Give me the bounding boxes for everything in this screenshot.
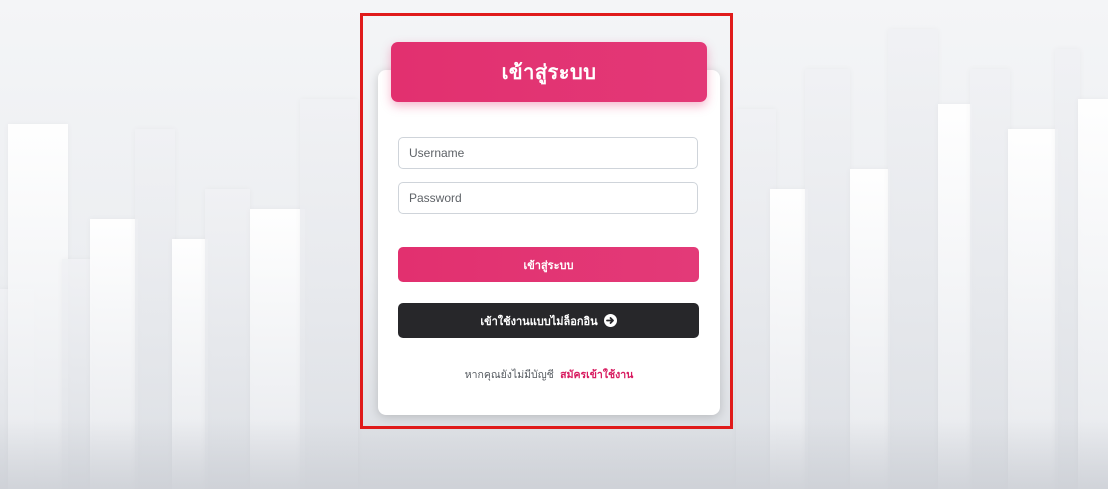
guest-access-button-label: เข้าใช้งานแบบไม่ล็อกอิน [480, 314, 598, 328]
register-prompt-text: หากคุณยังไม่มีบัญชี [464, 369, 554, 381]
username-input[interactable] [398, 137, 698, 169]
arrow-right-circle-icon [603, 314, 617, 327]
register-link[interactable]: สมัครเข้าใช้งาน [560, 369, 633, 381]
guest-access-button[interactable]: เข้าใช้งานแบบไม่ล็อกอิน [398, 303, 699, 338]
login-card [378, 70, 720, 415]
login-title: เข้าสู่ระบบ [501, 60, 597, 84]
login-header-banner: เข้าสู่ระบบ [391, 42, 707, 102]
login-button-label: เข้าสู่ระบบ [523, 258, 574, 272]
password-input[interactable] [398, 182, 698, 214]
register-prompt-row: หากคุณยังไม่มีบัญชี สมัครเข้าใช้งาน [378, 366, 720, 383]
login-button[interactable]: เข้าสู่ระบบ [398, 247, 699, 282]
